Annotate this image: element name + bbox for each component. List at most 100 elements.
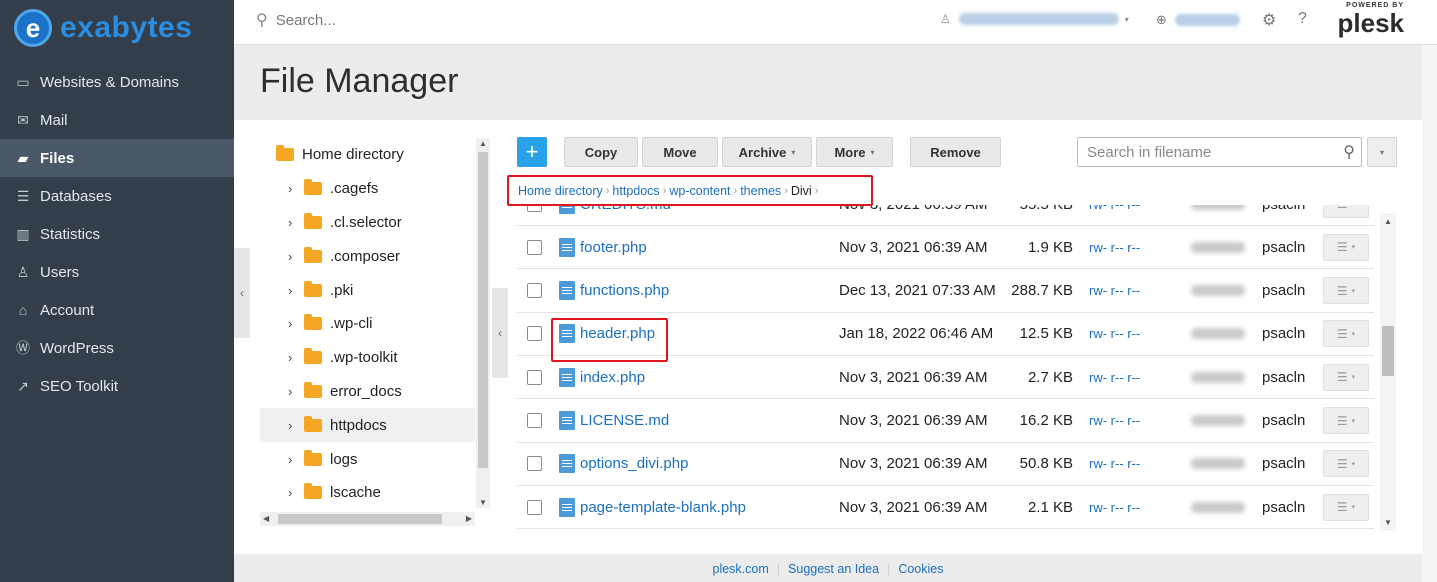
row-actions-menu[interactable]: ☰▾ [1323,363,1369,391]
chevron-right-icon[interactable]: › [288,350,300,365]
sidebar-item-websites-domains[interactable]: ▭ Websites & Domains [0,63,234,101]
filename-search-input[interactable]: Search in filename ⚲ [1077,137,1362,167]
help-icon[interactable]: ? [1298,10,1307,28]
chevron-right-icon[interactable]: › [288,418,300,433]
row-actions-menu[interactable]: ☰▾ [1323,277,1369,305]
file-permissions-link[interactable]: rw- r-- r-- [1089,370,1140,385]
row-actions-menu[interactable]: ☰▾ [1323,450,1369,478]
tree-item[interactable]: › .pki [260,273,475,307]
chevron-right-icon[interactable]: › [288,316,300,331]
row-checkbox[interactable] [527,456,542,472]
file-name-link[interactable]: functions.php [580,282,669,299]
tree-item[interactable]: › lscache [260,476,475,510]
chevron-right-icon[interactable]: › [288,485,300,500]
more-button[interactable]: More ▾ [816,137,893,167]
search-options-dropdown[interactable]: ▾ [1367,137,1397,167]
tree-item[interactable]: › error_docs [260,375,475,409]
breadcrumb-item[interactable]: Divi [791,184,812,198]
footer-link[interactable]: Cookies [898,562,943,576]
scroll-right-icon[interactable]: ▶ [466,514,472,523]
tree-item[interactable]: › .wp-toolkit [260,341,475,375]
scroll-down-icon[interactable]: ▼ [479,498,487,507]
tree-item[interactable]: › logs [260,442,475,476]
sidebar-collapse-handle[interactable]: ‹ [234,248,250,338]
file-permissions-link[interactable]: rw- r-- r-- [1089,240,1140,255]
sidebar-item-statistics[interactable]: ▥ Statistics [0,215,234,253]
sidebar-item-wordpress[interactable]: Ⓦ WordPress [0,329,234,367]
scroll-left-icon[interactable]: ◀ [263,514,269,523]
row-actions-menu[interactable]: ☰▾ [1323,320,1369,348]
row-actions-menu[interactable]: ☰▾ [1323,407,1369,434]
file-permissions-link[interactable]: rw- r-- r-- [1089,456,1140,471]
breadcrumb-item[interactable]: httpdocs [612,184,659,198]
scroll-up-icon[interactable]: ▲ [479,139,487,148]
row-checkbox[interactable] [527,239,542,255]
brand-logo[interactable]: e exabytes [14,8,224,48]
scroll-up-icon[interactable]: ▲ [1384,217,1392,226]
row-checkbox[interactable] [527,369,542,385]
move-button[interactable]: Move [642,137,718,167]
extensions-icon[interactable]: ⚙ [1262,10,1276,30]
tree-scroll-thumb[interactable] [478,152,488,468]
breadcrumb-item[interactable]: Home directory [518,184,603,198]
archive-button[interactable]: Archive ▾ [722,137,812,167]
tree-item[interactable]: › httpdocs [260,408,475,443]
chevron-right-icon[interactable]: › [288,384,300,399]
chevron-right-icon[interactable]: › [288,283,300,298]
search-icon[interactable]: ⚲ [1343,142,1355,162]
file-name-link[interactable]: LICENSE.md [580,412,669,429]
file-name-link[interactable]: page-template-blank.php [580,499,746,516]
file-name-link[interactable]: index.php [580,369,645,386]
sidebar-item-files[interactable]: ▰ Files [0,139,234,177]
row-actions-menu[interactable]: ☰▾ [1323,205,1369,218]
file-permissions-link[interactable]: rw- r-- r-- [1089,283,1140,298]
sidebar-item-seo-toolkit[interactable]: ↗ SEO Toolkit [0,367,234,405]
tree-item[interactable]: › .wp-cli [260,307,475,341]
tree-item[interactable]: Home directory [260,138,475,172]
chevron-right-icon[interactable]: › [288,181,300,196]
file-name-link[interactable]: footer.php [580,239,647,256]
sidebar-item-mail[interactable]: ✉ Mail [0,101,234,139]
file-permissions-link[interactable]: rw- r-- r-- [1089,326,1140,341]
tree-item[interactable]: › .cl.selector [260,206,475,240]
subscription-menu[interactable]: ⊕ [1156,12,1240,28]
file-permissions-link[interactable]: rw- r-- r-- [1089,500,1140,515]
file-name-link[interactable]: CREDITS.md [580,205,671,213]
breadcrumb-item[interactable]: themes [740,184,781,198]
file-permissions-link[interactable]: rw- r-- r-- [1089,413,1140,428]
tree-vertical-scrollbar[interactable]: ▲ ▼ [476,138,490,508]
file-name-link[interactable]: options_divi.php [580,455,688,472]
row-checkbox[interactable] [527,499,542,515]
tree-hscroll-thumb[interactable] [278,514,442,524]
chevron-right-icon[interactable]: › [288,215,300,230]
breadcrumb-item[interactable]: wp-content [669,184,730,198]
tree-item-label: .wp-cli [330,315,373,333]
footer-link[interactable]: plesk.com [713,562,769,576]
row-checkbox[interactable] [527,326,542,342]
chevron-right-icon[interactable]: › [288,452,300,467]
tree-item[interactable]: › .composer [260,239,475,273]
file-permissions-link[interactable]: rw- r-- r-- [1089,205,1140,212]
chevron-right-icon[interactable]: › [288,249,300,264]
file-list-scrollbar[interactable]: ▲ ▼ [1380,213,1396,531]
global-search[interactable]: ⚲ Search... [256,10,336,30]
row-checkbox[interactable] [527,283,542,299]
row-actions-menu[interactable]: ☰▾ [1323,493,1369,521]
sidebar-item-label: SEO Toolkit [40,377,119,395]
add-new-button[interactable]: + [517,137,547,167]
scroll-down-icon[interactable]: ▼ [1384,518,1392,527]
sidebar-item-account[interactable]: ⌂ Account [0,291,234,329]
file-list-scroll-thumb[interactable] [1382,326,1394,376]
footer-link[interactable]: Suggest an Idea [788,562,879,576]
user-menu[interactable]: ♙ ▾ [940,12,1129,26]
tree-collapse-handle[interactable]: ‹ [492,288,508,378]
tree-item[interactable]: › .cagefs [260,172,475,206]
sidebar-item-users[interactable]: ♙ Users [0,253,234,291]
remove-button[interactable]: Remove [910,137,1001,167]
row-actions-menu[interactable]: ☰▾ [1323,233,1369,261]
tree-horizontal-scrollbar[interactable]: ◀ ▶ [260,512,475,526]
global-search-input[interactable]: Search... [276,12,336,29]
row-checkbox[interactable] [527,413,542,428]
copy-button[interactable]: Copy [564,137,638,167]
sidebar-item-databases[interactable]: ☰ Databases [0,177,234,215]
